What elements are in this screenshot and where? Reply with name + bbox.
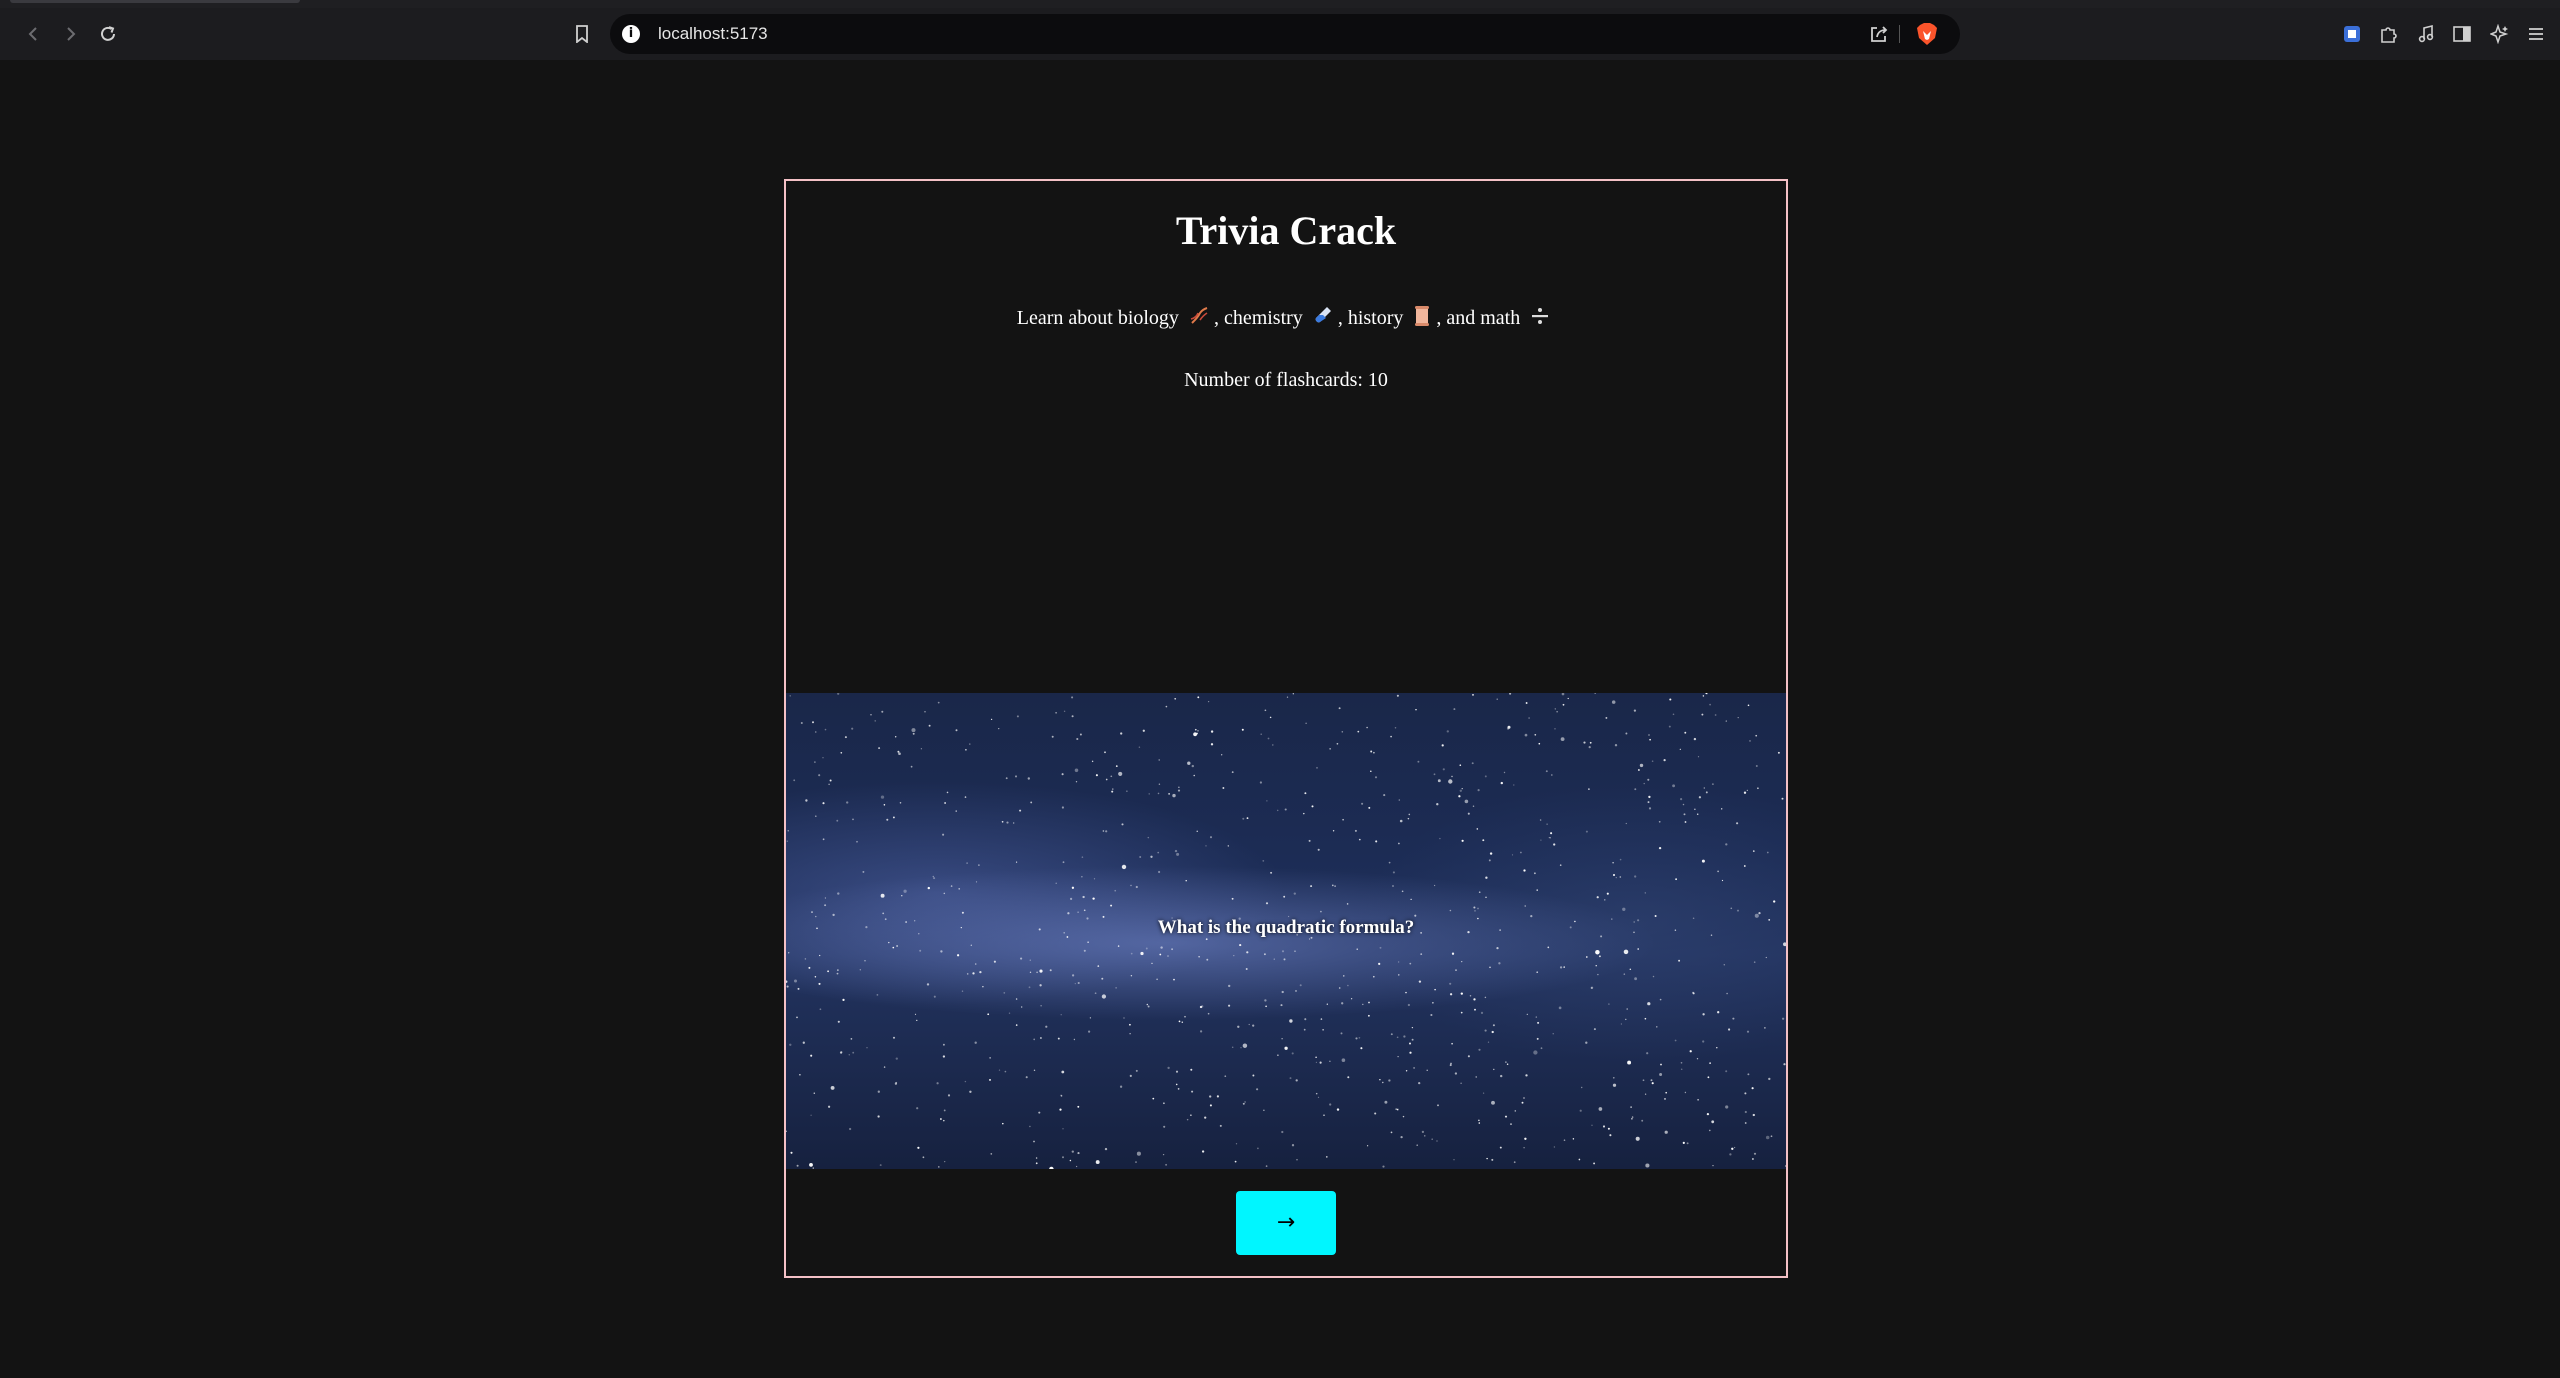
tab-hint[interactable]: [10, 0, 300, 3]
reload-icon[interactable]: [94, 20, 122, 48]
back-arrow-icon[interactable]: [20, 20, 48, 48]
tab-strip: [0, 0, 2560, 8]
urlbar-divider: [1899, 25, 1900, 43]
app-container: Trivia Crack Learn about biology , chemi…: [784, 179, 1788, 1278]
menu-hamburger-icon[interactable]: [2522, 20, 2550, 48]
address-bar[interactable]: i localhost:5173: [610, 14, 1960, 54]
media-music-icon[interactable]: [2412, 20, 2440, 48]
flashcard-count: Number of flashcards: 10: [1184, 369, 1388, 391]
brave-shield-icon[interactable]: [1916, 22, 1938, 51]
wallet-extension-icon[interactable]: [2338, 20, 2366, 48]
flashcard[interactable]: What is the quadratic formula?: [786, 693, 1786, 1169]
leo-ai-icon[interactable]: [2486, 20, 2514, 48]
subtitle-history-text: , history: [1337, 307, 1404, 329]
scroll-icon: [1412, 305, 1432, 333]
share-icon[interactable]: [1868, 23, 1890, 50]
extensions-puzzle-icon[interactable]: [2374, 20, 2402, 48]
forward-arrow-icon[interactable]: [56, 20, 84, 48]
url-text[interactable]: localhost:5173: [658, 24, 768, 44]
next-card-button[interactable]: →: [1236, 1191, 1336, 1255]
test-tube-icon: [1312, 305, 1334, 333]
subtitle-math-text: , and math: [1436, 307, 1521, 329]
subtitle-learn-text: Learn about biology: [1016, 307, 1179, 329]
subtitle: Learn about biology , chemistry , histor…: [786, 305, 1786, 333]
bookmark-icon[interactable]: [568, 20, 596, 48]
divide-icon: [1529, 305, 1551, 333]
page-title: Trivia Crack: [1175, 208, 1397, 253]
site-info-icon[interactable]: i: [622, 25, 640, 43]
flashcard-question: What is the quadratic formula?: [1157, 917, 1415, 938]
subtitle-chemistry-text: , chemistry: [1213, 307, 1303, 329]
browser-toolbar: i localhost:5173: [0, 8, 2560, 60]
sidebar-toggle-icon[interactable]: [2448, 20, 2476, 48]
dna-icon: [1188, 305, 1210, 333]
